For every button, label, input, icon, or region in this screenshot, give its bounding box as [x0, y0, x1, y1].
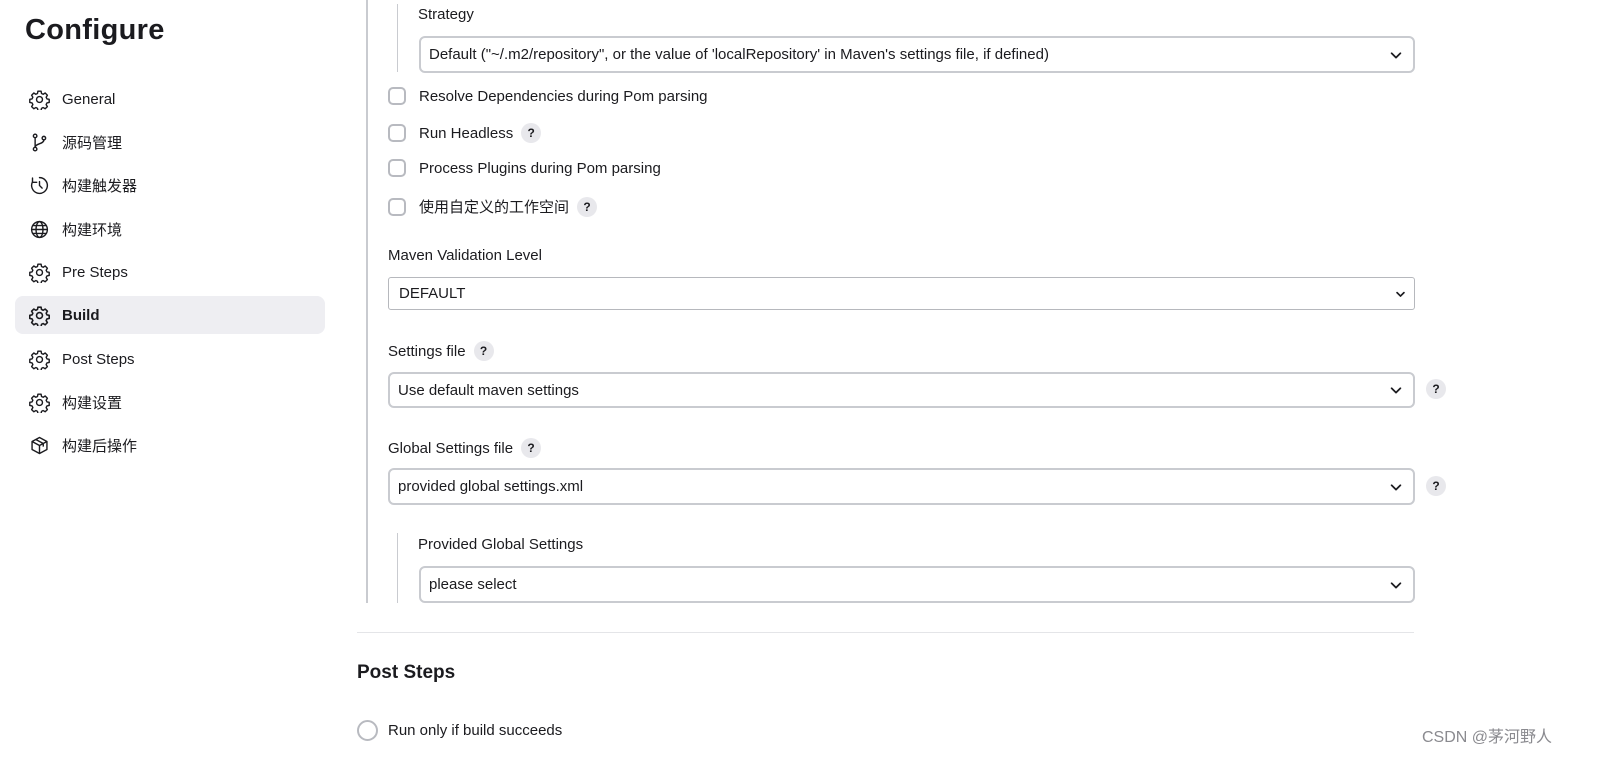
sidebar-item-label: Post Steps	[62, 350, 135, 368]
nested-indent-line	[397, 4, 398, 72]
run-headless-label: Run Headless	[419, 124, 514, 142]
strategy-select[interactable]: Default ("~/.m2/repository", or the valu…	[419, 36, 1415, 73]
chevron-down-icon	[1390, 51, 1402, 58]
process-plugins-checkbox-row[interactable]: Process Plugins during Pom parsing	[388, 159, 661, 177]
validation-level-label: Maven Validation Level	[388, 247, 542, 264]
branch-icon	[28, 131, 50, 153]
section-divider	[357, 632, 1414, 633]
sidebar-item-label: 构建后操作	[62, 437, 138, 455]
sidebar-item-build[interactable]: Build	[15, 296, 325, 334]
run-only-if-success-label: Run only if build succeeds	[388, 722, 563, 739]
global-settings-file-value: provided global settings.xml	[398, 478, 584, 495]
sidebar-item-label: General	[62, 90, 116, 108]
sidebar-item-label: Build	[62, 306, 100, 324]
sidebar-item-label: 源码管理	[62, 134, 123, 152]
sidebar-item-post-steps[interactable]: Post Steps	[15, 340, 325, 378]
post-steps-heading: Post Steps	[357, 662, 456, 683]
gear-icon	[28, 261, 50, 283]
gear-icon	[28, 348, 50, 370]
custom-workspace-checkbox[interactable]	[388, 197, 406, 216]
page-title: Configure	[25, 14, 165, 46]
validation-level-value: DEFAULT	[399, 285, 466, 302]
resolve-dependencies-checkbox-row[interactable]: Resolve Dependencies during Pom parsing	[388, 87, 708, 105]
resolve-dependencies-label: Resolve Dependencies during Pom parsing	[419, 87, 708, 105]
globe-icon	[28, 218, 50, 240]
run-headless-checkbox[interactable]	[388, 124, 406, 142]
global-settings-file-help-icon[interactable]: ?	[1426, 476, 1446, 496]
section-indent-line	[366, 0, 368, 603]
validation-level-select[interactable]: DEFAULT	[388, 277, 1415, 310]
run-only-if-success-option[interactable]: Run only if build succeeds	[357, 720, 562, 741]
clock-icon	[28, 174, 50, 196]
nested-indent-line	[397, 533, 398, 603]
run-headless-checkbox-row[interactable]: Run Headless ?	[388, 123, 542, 143]
custom-workspace-checkbox-row[interactable]: 使用自定义的工作空间 ?	[388, 196, 598, 217]
strategy-label: Strategy	[418, 6, 474, 23]
chevron-down-icon	[1390, 483, 1402, 490]
sidebar-item-build-settings[interactable]: 构建设置	[15, 383, 325, 421]
provided-global-settings-label: Provided Global Settings	[418, 536, 584, 553]
gear-icon	[28, 88, 50, 110]
global-settings-file-label-row: Global Settings file ?	[388, 438, 542, 458]
settings-file-label: Settings file	[388, 342, 466, 360]
provided-global-settings-value: please select	[429, 576, 517, 593]
help-icon[interactable]: ?	[521, 123, 542, 143]
settings-file-label-row: Settings file ?	[388, 341, 494, 361]
custom-workspace-label: 使用自定义的工作空间	[419, 199, 570, 216]
package-icon	[28, 434, 50, 456]
help-icon[interactable]: ?	[577, 196, 598, 217]
sidebar-item-build-triggers[interactable]: 构建触发器	[15, 166, 325, 204]
run-only-if-success-radio[interactable]	[357, 720, 378, 741]
provided-global-settings-select[interactable]: please select	[419, 566, 1415, 603]
sidebar-item-label: 构建环境	[62, 221, 123, 239]
sidebar-item-label: 构建设置	[62, 394, 123, 412]
settings-file-select[interactable]: Use default maven settings	[388, 372, 1415, 408]
sidebar-item-label: 构建触发器	[62, 177, 138, 195]
global-settings-file-select[interactable]: provided global settings.xml	[388, 468, 1415, 505]
chevron-down-icon	[1390, 581, 1402, 588]
help-icon[interactable]: ?	[473, 341, 494, 361]
chevron-down-icon	[1396, 291, 1405, 297]
chevron-down-icon	[1390, 387, 1402, 394]
strategy-value: Default ("~/.m2/repository", or the valu…	[429, 46, 1049, 63]
settings-file-help-icon[interactable]: ?	[1426, 379, 1446, 399]
help-icon[interactable]: ?	[521, 438, 542, 458]
sidebar-item-source-control[interactable]: 源码管理	[15, 123, 325, 161]
watermark: CSDN @茅河野人	[1421, 729, 1552, 746]
sidebar-item-general[interactable]: General	[15, 80, 325, 118]
process-plugins-checkbox[interactable]	[388, 159, 406, 177]
gear-icon	[28, 391, 50, 413]
sidebar-item-label: Pre Steps	[62, 263, 128, 281]
resolve-dependencies-checkbox[interactable]	[388, 87, 406, 105]
sidebar-item-build-environment[interactable]: 构建环境	[15, 210, 325, 248]
global-settings-file-label: Global Settings file	[388, 439, 514, 457]
sidebar-item-post-build-actions[interactable]: 构建后操作	[15, 426, 325, 464]
process-plugins-label: Process Plugins during Pom parsing	[419, 159, 661, 177]
settings-file-value: Use default maven settings	[398, 381, 579, 399]
sidebar: Configure General 源码管理 构建触发器 构建环境 Pre St…	[0, 0, 360, 776]
gear-icon	[28, 304, 50, 326]
sidebar-item-pre-steps[interactable]: Pre Steps	[15, 253, 325, 291]
